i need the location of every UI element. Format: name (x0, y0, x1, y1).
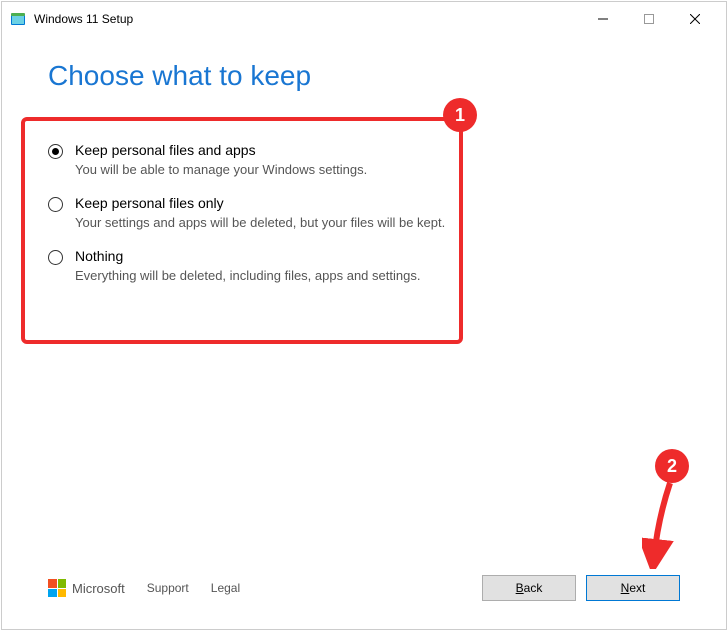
minimize-button[interactable] (580, 2, 626, 36)
footer-buttons: Back Next (482, 575, 680, 601)
setup-window: Windows 11 Setup Choose what to keep Kee… (1, 1, 727, 630)
option-title: Nothing (75, 248, 420, 264)
next-button[interactable]: Next (586, 575, 680, 601)
option-nothing[interactable]: Nothing Everything will be deleted, incl… (48, 248, 680, 283)
maximize-button[interactable] (626, 2, 672, 36)
content-area: Choose what to keep Keep personal files … (2, 36, 726, 283)
option-keep-files-only[interactable]: Keep personal files only Your settings a… (48, 195, 680, 230)
close-button[interactable] (672, 2, 718, 36)
option-desc: Everything will be deleted, including fi… (75, 268, 420, 283)
options-group: Keep personal files and apps You will be… (48, 142, 680, 283)
annotation-callout-2: 2 (655, 449, 689, 483)
footer-left: Microsoft Support Legal (48, 579, 240, 597)
radio-icon (48, 197, 63, 212)
option-title: Keep personal files only (75, 195, 445, 211)
option-desc: You will be able to manage your Windows … (75, 162, 367, 177)
app-icon (10, 11, 26, 27)
footer: Microsoft Support Legal Back Next (48, 575, 680, 601)
radio-icon (48, 144, 63, 159)
annotation-arrow (642, 479, 692, 569)
window-title: Windows 11 Setup (34, 12, 580, 26)
microsoft-text: Microsoft (72, 581, 125, 596)
window-controls (580, 2, 718, 36)
radio-icon (48, 250, 63, 265)
microsoft-icon (48, 579, 66, 597)
option-title: Keep personal files and apps (75, 142, 367, 158)
page-heading: Choose what to keep (48, 60, 680, 92)
option-keep-files-apps[interactable]: Keep personal files and apps You will be… (48, 142, 680, 177)
microsoft-logo: Microsoft (48, 579, 125, 597)
legal-link[interactable]: Legal (211, 581, 240, 595)
option-desc: Your settings and apps will be deleted, … (75, 215, 445, 230)
titlebar: Windows 11 Setup (2, 2, 726, 36)
support-link[interactable]: Support (147, 581, 189, 595)
back-button[interactable]: Back (482, 575, 576, 601)
